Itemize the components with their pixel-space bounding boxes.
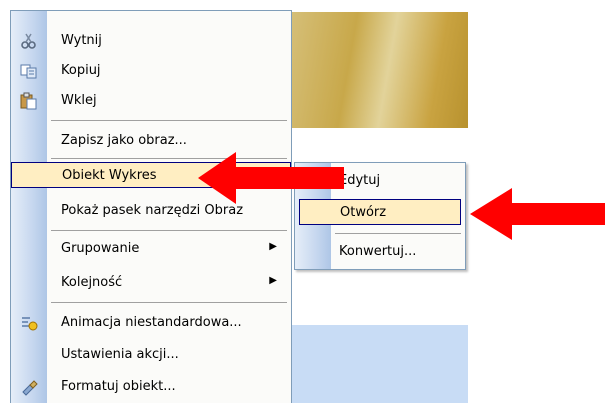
menu-item-format-object[interactable]: Formatuj obiekt... (11, 374, 291, 400)
submenu-item-convert[interactable]: Konwertuj... (295, 239, 465, 265)
red-arrow-icon (198, 152, 344, 204)
menu-item-label: Grupowanie (61, 241, 140, 256)
scissors-icon (20, 32, 38, 50)
menu-item-label: Obiekt Wykres (62, 168, 157, 183)
menu-item-copy[interactable]: Kopiuj (11, 58, 291, 84)
animation-icon (20, 314, 38, 332)
submenu-arrow-icon: ▶ (269, 275, 277, 286)
menu-separator (335, 233, 461, 234)
slide-background-blue (288, 325, 468, 403)
copy-icon (20, 62, 38, 80)
menu-item-label: Wklej (61, 93, 97, 108)
menu-separator (51, 302, 287, 303)
menu-item-label: Konwertuj... (339, 244, 417, 259)
menu-item-grouping[interactable]: Grupowanie ▶ (11, 236, 291, 262)
slide-image-gold (288, 12, 468, 128)
menu-item-label: Wytnij (61, 33, 102, 48)
menu-separator (51, 120, 287, 121)
menu-item-label: Kopiuj (61, 63, 101, 78)
menu-item-label: Formatuj obiekt... (61, 379, 176, 394)
menu-item-label: Animacja niestandardowa... (61, 315, 242, 330)
menu-item-cut[interactable]: Wytnij (11, 28, 291, 54)
menu-item-label: Zapisz jako obraz... (61, 133, 187, 148)
menu-item-order[interactable]: Kolejność ▶ (11, 270, 291, 296)
menu-separator (51, 230, 287, 231)
menu-item-label: Kolejność (61, 275, 123, 290)
menu-item-action-settings[interactable]: Ustawienia akcji... (11, 342, 291, 368)
menu-item-paste[interactable]: Wklej (11, 88, 291, 114)
red-arrow-icon (470, 188, 605, 240)
paste-icon (20, 92, 38, 110)
menu-item-custom-animation[interactable]: Animacja niestandardowa... (11, 310, 291, 336)
context-menu: Wytnij Kopiuj Wklej Zapisz jako obraz... (10, 10, 292, 403)
menu-item-label: Otwórz (340, 205, 387, 220)
submenu-arrow-icon: ▶ (269, 241, 277, 252)
menu-item-label: Ustawienia akcji... (61, 347, 179, 362)
format-object-icon (20, 378, 38, 396)
